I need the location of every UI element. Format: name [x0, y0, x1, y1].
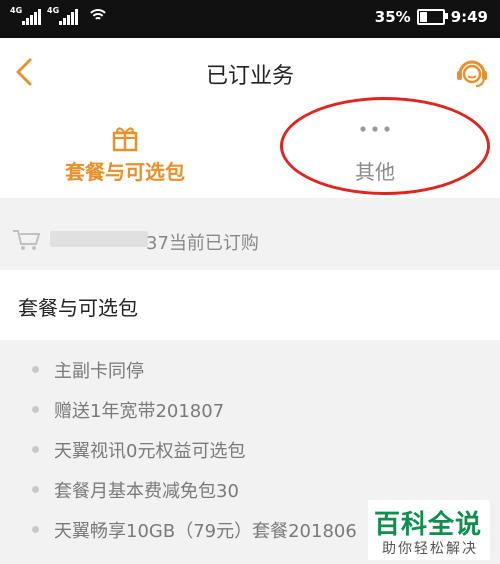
bullet [32, 486, 39, 493]
subscription-text: 37当前已订购 [146, 233, 259, 254]
signal-tag: 4G [10, 6, 23, 15]
signal-tag-2: 4G [47, 6, 60, 15]
headset-icon [457, 60, 487, 87]
tab-packages-label: 套餐与可选包 [65, 160, 185, 184]
bullet [32, 406, 39, 413]
wifi-icon [87, 9, 109, 25]
watermark-sub: 助你轻松解决 [382, 541, 478, 557]
list-item-text: 主副卡同停 [54, 361, 144, 382]
watermark-main: 百科全说 [374, 510, 483, 540]
subscription-status: 37当前已订购 [0, 213, 500, 265]
gift-box-icon [112, 127, 138, 152]
watermark-logo: 百科全说 助你轻松解决 [368, 500, 490, 560]
cart-icon [13, 230, 41, 250]
tab-packages[interactable]: 套餐与可选包 [0, 106, 250, 198]
list-item: 主副卡同停 [0, 354, 500, 384]
customer-service-button[interactable] [452, 52, 492, 92]
bullet [32, 446, 39, 453]
signal-icon: 4G [10, 6, 41, 25]
masked-phone-number [50, 231, 148, 247]
battery-percent: 35% [374, 8, 411, 26]
page-title: 已订业务 [205, 64, 294, 89]
list-item-text: 赠送1年宽带201807 [54, 401, 225, 422]
bullet [32, 526, 39, 533]
list-item-text: 天翼视讯0元权益可选包 [54, 441, 246, 462]
list-item: 赠送1年宽带201807 [0, 394, 500, 424]
list-item-text: 天翼畅享10GB（79元）套餐201806 [54, 521, 357, 542]
annotation-circle [280, 97, 490, 195]
list-item-text: 套餐月基本费减免包30 [54, 481, 239, 502]
battery-icon [416, 9, 448, 25]
section-title: 套餐与可选包 [18, 296, 138, 320]
signal-icon-2: 4G [47, 6, 78, 25]
bullet [32, 366, 39, 373]
app-header: 已订业务 [0, 38, 500, 107]
section-header: 套餐与可选包 [0, 270, 500, 340]
clock: 9:49 [450, 8, 488, 26]
list-item: 天翼视讯0元权益可选包 [0, 434, 500, 464]
status-bar: 4G 4G 35% 9:49 [0, 0, 500, 38]
